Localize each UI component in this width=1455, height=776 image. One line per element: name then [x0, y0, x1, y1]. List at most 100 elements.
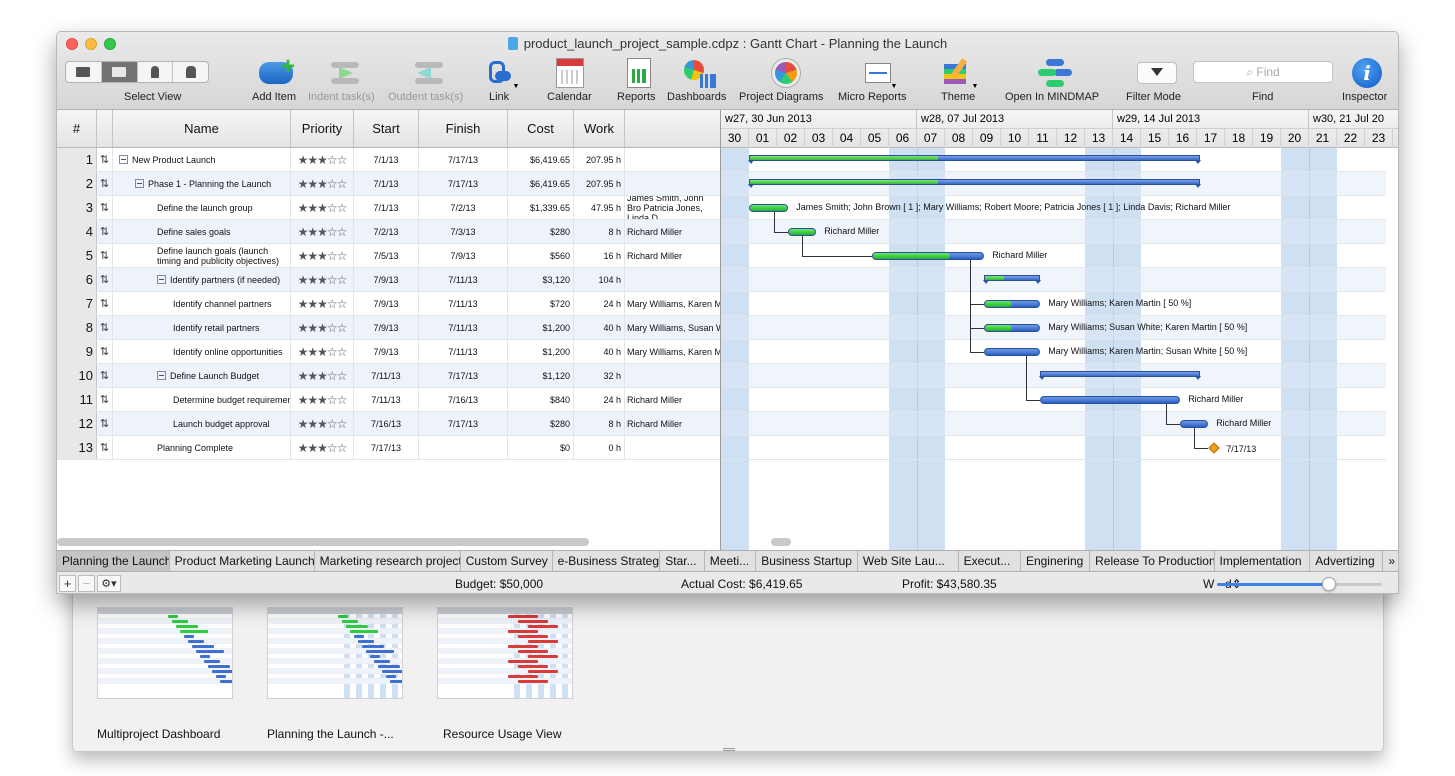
table-row[interactable]: 8 ⇅ Identify retail partners ★★★☆☆ 7/9/13 7/1…: [57, 316, 720, 340]
work-cell[interactable]: 104 h: [574, 268, 625, 291]
finish-cell[interactable]: 7/17/13: [419, 412, 508, 435]
thumb-planning-the-launch[interactable]: [267, 607, 403, 699]
add-item-label[interactable]: Add Item: [252, 91, 296, 103]
row-number[interactable]: 12: [57, 412, 97, 435]
task-bar[interactable]: [984, 324, 1041, 332]
view-resources[interactable]: [138, 62, 174, 82]
theme-label[interactable]: Theme: [941, 91, 975, 103]
task-name-cell[interactable]: Phase 1 - Planning the Launch: [113, 172, 291, 195]
reports-button[interactable]: [625, 56, 653, 90]
project-tab[interactable]: Meeti...: [705, 551, 757, 571]
finish-cell[interactable]: 7/9/13: [419, 244, 508, 267]
finish-cell[interactable]: 7/11/13: [419, 292, 508, 315]
finish-cell[interactable]: 7/11/13: [419, 268, 508, 291]
dashboards-button[interactable]: [683, 56, 717, 90]
priority-cell[interactable]: ★★★☆☆: [291, 412, 354, 435]
finish-cell[interactable]: 7/17/13: [419, 364, 508, 387]
table-row[interactable]: 13 ⇅ Planning Complete ★★★☆☆ 7/17/13 $0 0 h: [57, 436, 720, 460]
row-number[interactable]: 6: [57, 268, 97, 291]
gear-menu-button[interactable]: ⚙▾: [97, 575, 121, 592]
priority-cell[interactable]: ★★★☆☆: [291, 436, 354, 459]
task-type-icon[interactable]: ⇅: [97, 268, 113, 291]
cost-cell[interactable]: $840: [508, 388, 574, 411]
link-button[interactable]: ▼: [485, 56, 521, 90]
table-row[interactable]: 9 ⇅ Identify online opportunities ★★★☆☆ 7/9/…: [57, 340, 720, 364]
col-icon[interactable]: [97, 110, 113, 147]
outdent-label[interactable]: Outdent task(s): [388, 91, 463, 103]
micro-reports-label[interactable]: Micro Reports: [838, 91, 906, 103]
priority-cell[interactable]: ★★★☆☆: [291, 268, 354, 291]
indent-label[interactable]: Indent task(s): [308, 91, 375, 103]
priority-cell[interactable]: ★★★☆☆: [291, 220, 354, 243]
resource-cell[interactable]: [625, 364, 720, 387]
task-name-cell[interactable]: Identify channel partners: [113, 292, 291, 315]
task-bar[interactable]: [984, 348, 1041, 356]
project-tab[interactable]: Implementation: [1215, 551, 1311, 571]
row-number[interactable]: 9: [57, 340, 97, 363]
summary-bar[interactable]: [1039, 371, 1201, 380]
zoom-slider-track[interactable]: [1217, 583, 1382, 586]
view-label[interactable]: Resource Usage View: [443, 727, 562, 741]
resource-cell[interactable]: Richard Miller: [625, 244, 720, 267]
start-cell[interactable]: 7/11/13: [354, 364, 419, 387]
project-tab[interactable]: Business Startup: [756, 551, 858, 571]
view-label[interactable]: Planning the Launch -...: [267, 727, 394, 741]
finish-cell[interactable]: 7/3/13: [419, 220, 508, 243]
project-tab[interactable]: Enginering: [1021, 551, 1091, 571]
task-name-cell[interactable]: Define sales goals: [113, 220, 291, 243]
task-type-icon[interactable]: ⇅: [97, 292, 113, 315]
work-cell[interactable]: 16 h: [574, 244, 625, 267]
project-tab[interactable]: e-Business Strategy: [553, 551, 661, 571]
project-diagrams-button[interactable]: [769, 56, 803, 90]
table-row[interactable]: 4 ⇅ Define sales goals ★★★☆☆ 7/2/13 7/3/13 $28…: [57, 220, 720, 244]
resource-cell[interactable]: Mary Williams, Susan W: [625, 316, 720, 339]
work-cell[interactable]: 0 h: [574, 436, 625, 459]
theme-button[interactable]: ▼: [939, 56, 981, 90]
work-cell[interactable]: 32 h: [574, 364, 625, 387]
priority-cell[interactable]: ★★★☆☆: [291, 340, 354, 363]
start-cell[interactable]: 7/16/13: [354, 412, 419, 435]
table-row[interactable]: 11 ⇅ Determine budget requirements ★★★☆☆ 7/1…: [57, 388, 720, 412]
resource-cell[interactable]: Richard Miller: [625, 220, 720, 243]
add-item-button[interactable]: [259, 53, 295, 90]
task-bar[interactable]: [872, 252, 985, 260]
priority-cell[interactable]: ★★★☆☆: [291, 388, 354, 411]
reports-label[interactable]: Reports: [617, 91, 656, 103]
priority-cell[interactable]: ★★★☆☆: [291, 148, 354, 171]
work-cell[interactable]: 207.95 h: [574, 148, 625, 171]
summary-bar[interactable]: [983, 275, 1042, 284]
priority-cell[interactable]: ★★★☆☆: [291, 316, 354, 339]
start-cell[interactable]: 7/1/13: [354, 172, 419, 195]
table-scrollbar[interactable]: [57, 538, 589, 546]
open-mindmap-button[interactable]: [1037, 56, 1073, 90]
task-bar[interactable]: [788, 228, 817, 236]
cost-cell[interactable]: $3,120: [508, 268, 574, 291]
start-cell[interactable]: 7/11/13: [354, 388, 419, 411]
cost-cell[interactable]: $280: [508, 220, 574, 243]
task-name-cell[interactable]: Determine budget requirements: [113, 388, 291, 411]
priority-cell[interactable]: ★★★☆☆: [291, 244, 354, 267]
view-folder[interactable]: [66, 62, 102, 82]
cost-cell[interactable]: $1,339.65: [508, 196, 574, 219]
resource-cell[interactable]: [625, 172, 720, 195]
task-bar[interactable]: [984, 300, 1041, 308]
project-tab[interactable]: Advertizing: [1310, 551, 1384, 571]
cost-cell[interactable]: $6,419.65: [508, 148, 574, 171]
task-name-cell[interactable]: Launch budget approval: [113, 412, 291, 435]
resource-cell[interactable]: [625, 148, 720, 171]
project-tab[interactable]: Star...: [660, 551, 705, 571]
finish-cell[interactable]: [419, 436, 508, 459]
task-bar[interactable]: [749, 204, 789, 212]
cost-cell[interactable]: $1,200: [508, 340, 574, 363]
task-type-icon[interactable]: ⇅: [97, 364, 113, 387]
filter-mode-button[interactable]: [1136, 56, 1178, 90]
cost-cell[interactable]: $6,419.65: [508, 172, 574, 195]
thumb-multiproject-dashboard[interactable]: [97, 607, 233, 699]
col-work[interactable]: Work: [574, 110, 625, 147]
resource-cell[interactable]: Mary Williams, Karen M: [625, 340, 720, 363]
collapse-icon[interactable]: [157, 371, 166, 380]
resource-cell[interactable]: Richard Miller: [625, 388, 720, 411]
start-cell[interactable]: 7/9/13: [354, 268, 419, 291]
task-name-cell[interactable]: Define the launch group: [113, 196, 291, 219]
row-number[interactable]: 11: [57, 388, 97, 411]
